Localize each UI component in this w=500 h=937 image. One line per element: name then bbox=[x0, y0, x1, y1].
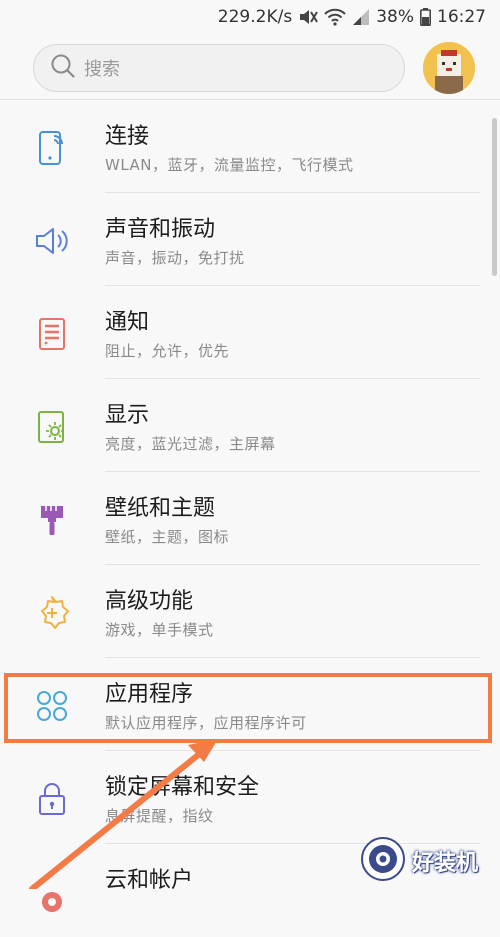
settings-item-notifications[interactable]: 通知 阻止，允许，优先 bbox=[0, 286, 500, 379]
connection-icon bbox=[32, 128, 72, 168]
battery-icon bbox=[420, 8, 431, 26]
settings-item-connections[interactable]: 连接 WLAN，蓝牙，流量监控，飞行模式 bbox=[0, 100, 500, 193]
settings-item-title: 通知 bbox=[105, 310, 150, 335]
clock: 16:27 bbox=[437, 7, 486, 27]
settings-item-title: 云和帐户 bbox=[105, 868, 194, 893]
settings-item-title: 连接 bbox=[105, 124, 150, 149]
settings-item-advanced[interactable]: 高级功能 游戏，单手模式 bbox=[0, 565, 500, 658]
scrollbar[interactable] bbox=[492, 118, 497, 276]
settings-item-title: 锁定屏幕和安全 bbox=[105, 775, 260, 800]
settings-item-title: 声音和振动 bbox=[105, 217, 216, 242]
settings-item-subtitle: WLAN，蓝牙，流量监控，飞行模式 bbox=[105, 156, 354, 174]
settings-item-subtitle: 默认应用程序，应用程序许可 bbox=[105, 714, 307, 732]
search-row: 搜索 bbox=[0, 40, 500, 98]
settings-item-title: 显示 bbox=[105, 403, 150, 428]
settings-item-subtitle: 游戏，单手模式 bbox=[105, 621, 214, 639]
settings-item-subtitle: 阻止，允许，优先 bbox=[105, 342, 230, 360]
gear-plus-icon bbox=[32, 593, 72, 633]
battery-percent: 38% bbox=[376, 7, 414, 27]
settings-item-subtitle: 声音，振动，免打扰 bbox=[105, 249, 245, 267]
signal-icon bbox=[352, 8, 370, 26]
settings-item-display[interactable]: 显示 亮度，蓝光过滤，主屏幕 bbox=[0, 379, 500, 472]
settings-list: 连接 WLAN，蓝牙，流量监控，飞行模式 声音和振动 声音，振动，免打扰 通知 … bbox=[0, 100, 500, 937]
speaker-icon bbox=[32, 221, 72, 261]
search-icon bbox=[50, 53, 76, 83]
settings-item-sound[interactable]: 声音和振动 声音，振动，免打扰 bbox=[0, 193, 500, 286]
lock-icon bbox=[32, 779, 72, 819]
settings-item-wallpapers[interactable]: 壁纸和主题 壁纸，主题，图标 bbox=[0, 472, 500, 565]
apps-icon bbox=[32, 686, 72, 726]
status-bar: 229.2K/s 38% 16:27 bbox=[0, 0, 500, 34]
settings-item-subtitle: 息屏提醒，指纹 bbox=[105, 807, 214, 825]
settings-item-cloud[interactable]: 云和帐户 bbox=[0, 844, 500, 937]
settings-item-subtitle: 亮度，蓝光过滤，主屏幕 bbox=[105, 435, 276, 453]
notification-icon bbox=[32, 314, 72, 354]
settings-item-title: 高级功能 bbox=[105, 589, 194, 614]
cloud-icon bbox=[32, 872, 72, 912]
mute-icon bbox=[298, 8, 319, 26]
avatar[interactable] bbox=[423, 42, 475, 94]
paintbrush-icon bbox=[32, 500, 72, 540]
settings-item-lock-screen[interactable]: 锁定屏幕和安全 息屏提醒，指纹 bbox=[0, 751, 500, 844]
settings-item-title: 壁纸和主题 bbox=[105, 496, 216, 521]
search-placeholder: 搜索 bbox=[84, 59, 120, 80]
settings-item-title: 应用程序 bbox=[105, 682, 194, 707]
display-icon bbox=[32, 407, 72, 447]
network-speed: 229.2K/s bbox=[217, 7, 293, 27]
search-input[interactable]: 搜索 bbox=[33, 44, 405, 92]
wifi-icon bbox=[324, 8, 346, 26]
settings-item-subtitle: 壁纸，主题，图标 bbox=[105, 528, 230, 546]
settings-item-apps[interactable]: 应用程序 默认应用程序，应用程序许可 bbox=[0, 658, 500, 751]
